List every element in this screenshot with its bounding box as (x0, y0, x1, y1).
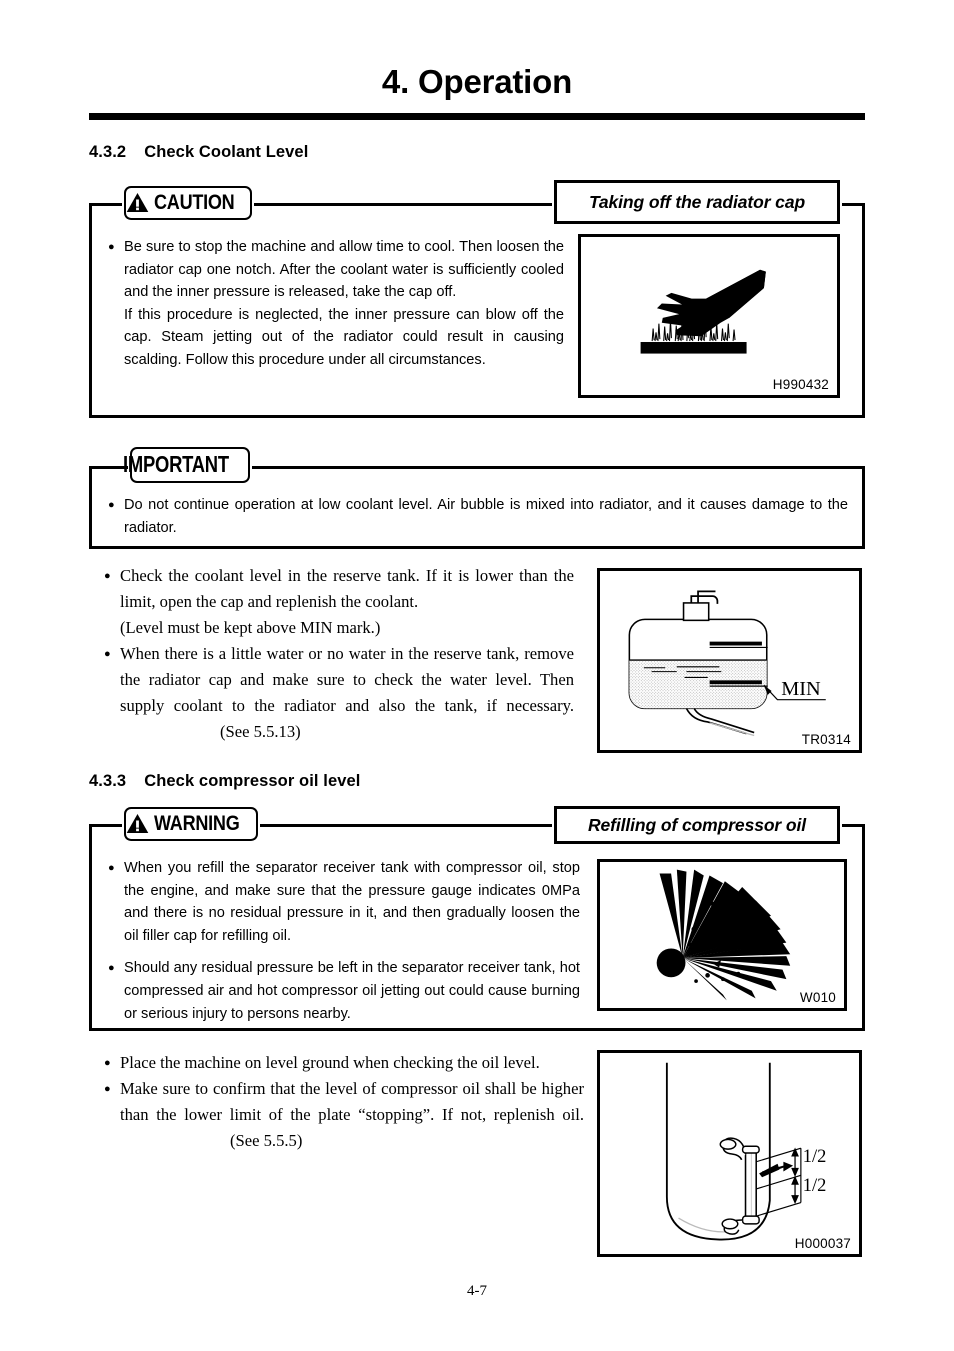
important-badge: IMPORTANT (123, 447, 250, 483)
list-item: Should any residual pressure be left in … (108, 957, 580, 1025)
caution-title-box: Taking off the radiator cap (554, 180, 840, 224)
coolant-tank-figure: MIN TR0314 (597, 568, 862, 753)
coolant-bullet-1-line-1: Check the coolant level in the reserve t… (120, 566, 574, 611)
coolant-bullet-list: Check the coolant level in the reserve t… (104, 563, 574, 745)
warning-bullet-1: When you refill the separator receiver t… (124, 860, 580, 944)
oil-bullet-2: Make sure to confirm that the level of c… (120, 1076, 584, 1154)
list-item: Do not continue operation at low coolant… (108, 494, 848, 539)
page-header: 4. Operation (89, 62, 865, 102)
caution-badge: CAUTION (124, 186, 252, 220)
coolant-see-reference: (See 5.5.13) (220, 722, 301, 741)
section-number: 4.3.2 (89, 143, 127, 161)
section-title: Check Coolant Level (144, 143, 309, 161)
manual-page: 4. Operation 4.3.2 Check Coolant Level CA… (0, 0, 954, 1351)
warning-triangle-icon (126, 814, 149, 833)
list-item: When there is a little water or no water… (104, 641, 574, 745)
warning-bullet-2: Should any residual pressure be left in … (124, 960, 580, 1022)
caution-badge-label: CAUTION (154, 191, 235, 214)
coolant-bullet-2-text: When there is a little water or no water… (120, 644, 574, 715)
caution-title-label: Taking off the radiator cap (588, 191, 806, 212)
oil-bullet-2-text: Make sure to confirm that the level of c… (120, 1079, 584, 1124)
caution-figure: H990432 (578, 234, 840, 398)
coolant-bullet-1-line-2: (Level must be kept above MIN mark.) (120, 618, 381, 637)
min-mark-label: MIN (781, 678, 821, 700)
list-item: Place the machine on level ground when c… (104, 1050, 584, 1076)
page-title: 4. Operation (381, 63, 573, 100)
sight-gauge-oil-level-icon: 1/2 1/2 (665, 1062, 827, 1241)
header-rule (89, 113, 865, 120)
list-item: Check the coolant level in the reserve t… (104, 563, 574, 641)
warning-title-box: Refilling of compressor oil (554, 806, 840, 844)
warning-figure-code: W010 (799, 990, 836, 1005)
important-badge-label: IMPORTANT (122, 451, 229, 477)
oil-level-label-lower: 1/2 (803, 1175, 827, 1195)
list-item: Make sure to confirm that the level of c… (104, 1076, 584, 1154)
list-item: Be sure to stop the machine and allow ti… (108, 236, 564, 372)
oil-figure-code: H000037 (794, 1236, 851, 1251)
oil-level-figure: 1/2 1/2 H000037 (597, 1050, 862, 1257)
warning-title-label: Refilling of compressor oil (587, 814, 807, 835)
caution-figure-code: H990432 (772, 377, 829, 392)
section-heading-433: 4.3.3 Check compressor oil level (89, 772, 360, 791)
warning-badge-label: WARNING (154, 812, 240, 835)
coolant-bullet-2: When there is a little water or no water… (120, 641, 574, 745)
coolant-figure-code: TR0314 (801, 732, 851, 747)
warning-bullet-list: When you refill the separator receiver t… (108, 857, 580, 1025)
oil-bullet-1: Place the machine on level ground when c… (120, 1053, 540, 1072)
coolant-reserve-tank-icon: MIN (628, 590, 826, 737)
section-title: Check compressor oil level (144, 772, 361, 790)
oil-bullet-list: Place the machine on level ground when c… (104, 1050, 584, 1154)
list-item: When you refill the separator receiver t… (108, 857, 580, 947)
section-number: 4.3.3 (89, 772, 127, 790)
oil-see-reference: (See 5.5.5) (230, 1131, 303, 1150)
caution-bullet-1: Be sure to stop the machine and allow ti… (124, 239, 564, 301)
hot-surface-hand-burn-icon (640, 269, 766, 354)
oil-level-label-upper: 1/2 (803, 1146, 827, 1166)
section-heading-432: 4.3.2 Check Coolant Level (89, 143, 308, 162)
caution-bullet-list: Be sure to stop the machine and allow ti… (108, 236, 564, 372)
warning-triangle-icon (126, 193, 149, 212)
warning-badge: WARNING (124, 807, 258, 841)
warning-figure: W010 (597, 859, 847, 1011)
important-bullet-list: Do not continue operation at low coolant… (108, 494, 848, 539)
caution-bullet-2: If this procedure is neglected, the inne… (124, 306, 564, 368)
page-footer: 4-7 (0, 1283, 954, 1300)
important-bullet-1: Do not continue operation at low coolant… (124, 497, 848, 536)
explosion-burst-icon (656, 869, 791, 1001)
page-number: 4-7 (467, 1283, 487, 1299)
